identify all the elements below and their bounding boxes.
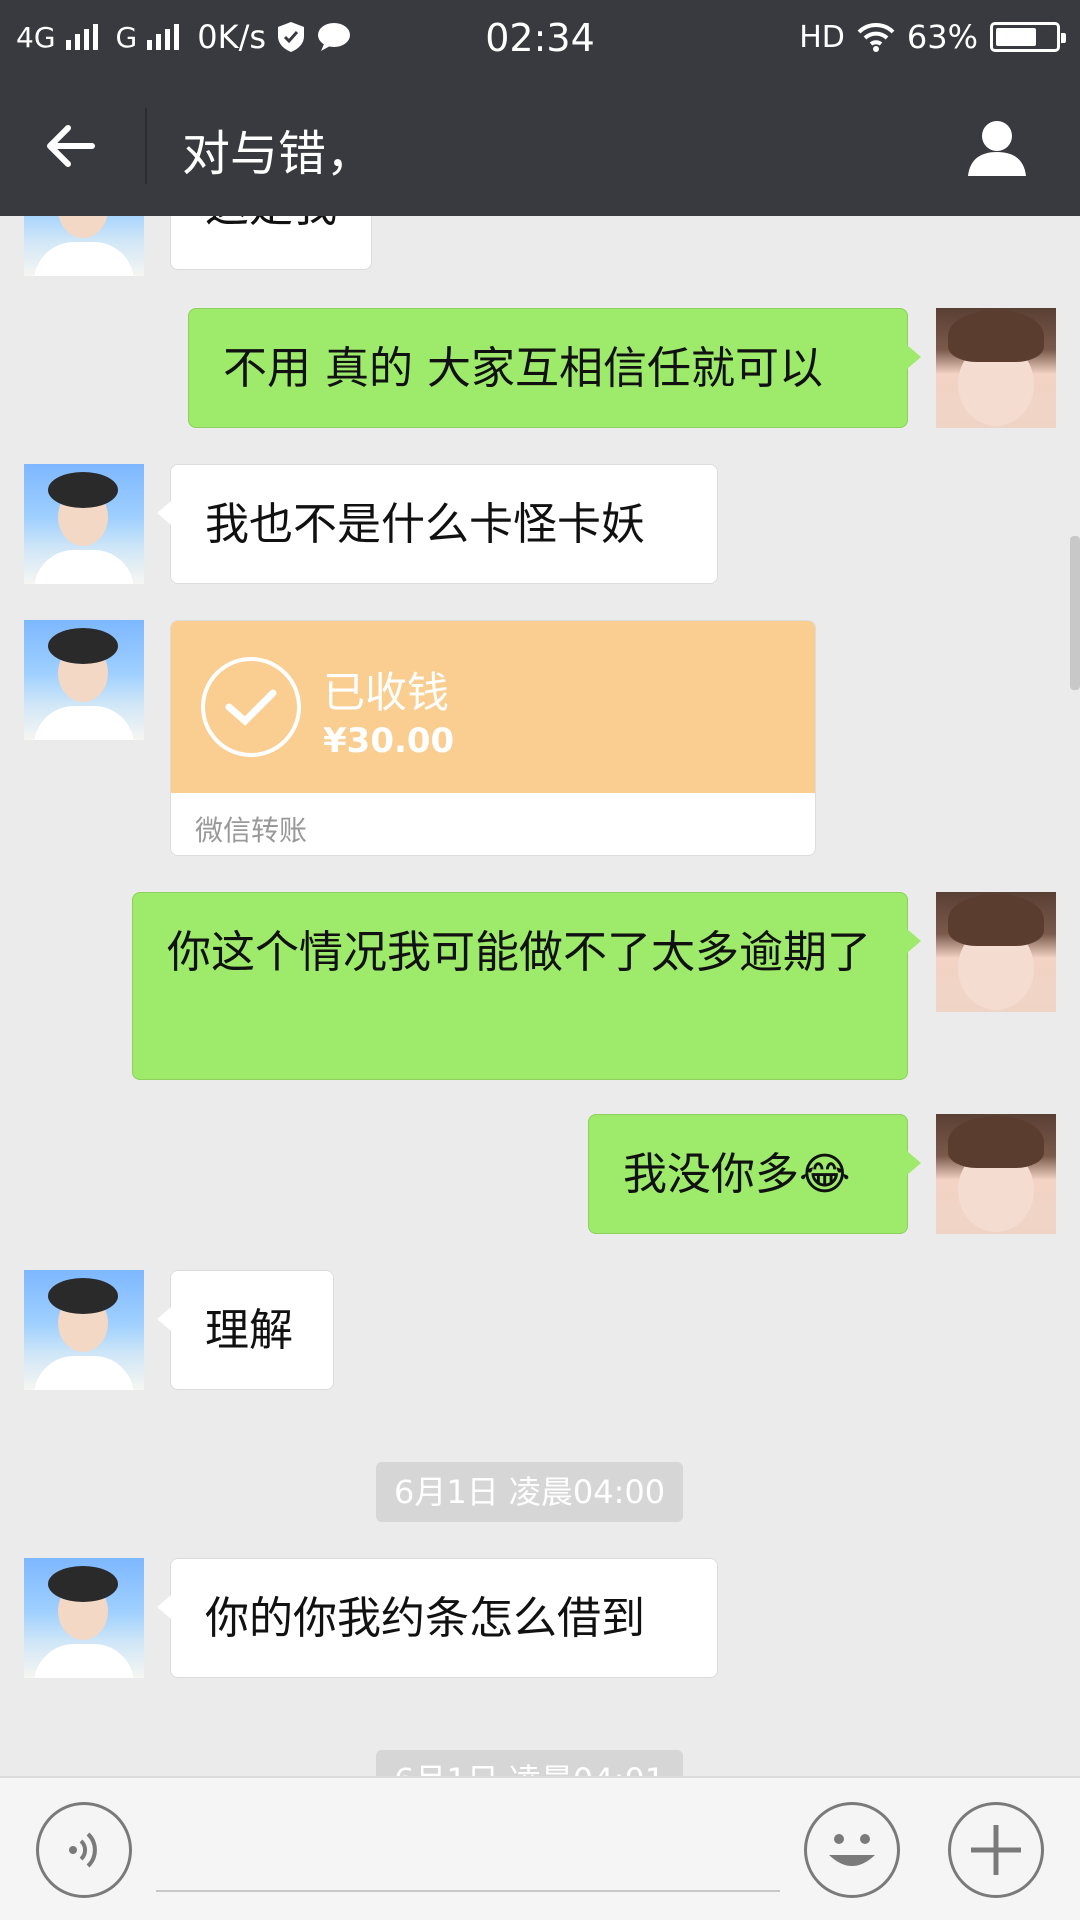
scrollbar-thumb[interactable]	[1070, 536, 1080, 690]
chat-title: 对与错，	[182, 126, 375, 182]
avatar-self[interactable]	[936, 1114, 1056, 1234]
laughing-emoji-icon: 😂	[799, 1149, 851, 1200]
transfer-card[interactable]: 已收钱 ¥30.00 微信转账	[170, 620, 816, 856]
avatar-self[interactable]	[936, 892, 1056, 1012]
wifi-icon	[857, 22, 895, 52]
title-bar: 对与错，	[0, 76, 1080, 216]
avatar-contact[interactable]	[24, 216, 144, 276]
message-bubble-in[interactable]: 我也不是什么卡怪卡妖	[157, 464, 718, 584]
profile-icon[interactable]	[964, 114, 1030, 180]
voice-icon	[69, 1832, 97, 1868]
transfer-amount: ¥30.00	[323, 721, 455, 761]
status-bar: 4G G 0K/s 02:34 HD 63%	[0, 0, 1080, 76]
message-bubble-in[interactable]: 理解	[157, 1270, 334, 1390]
back-arrow-icon[interactable]	[42, 116, 102, 176]
avatar-contact[interactable]	[24, 464, 144, 584]
emoji-icon	[829, 1834, 875, 1866]
message-bubble-out[interactable]: 不用 真的 大家互相信任就可以	[188, 308, 921, 428]
message-bubble-in[interactable]: 这是我	[170, 216, 372, 270]
hd-label: HD	[799, 19, 845, 55]
transfer-header: 已收钱 ¥30.00	[171, 621, 815, 793]
emoji-button[interactable]	[804, 1802, 900, 1898]
title-divider	[145, 108, 147, 184]
message-text: 我没你多	[623, 1149, 799, 1200]
plus-button[interactable]	[948, 1802, 1044, 1898]
checkmark-icon	[201, 657, 301, 757]
avatar-contact[interactable]	[24, 620, 144, 740]
battery-icon	[990, 22, 1066, 52]
avatar-self[interactable]	[936, 308, 1056, 428]
avatar-contact[interactable]	[24, 1558, 144, 1678]
avatar-contact[interactable]	[24, 1270, 144, 1390]
input-bar	[0, 1776, 1080, 1920]
message-input[interactable]	[156, 1808, 780, 1892]
battery-percent: 63%	[906, 18, 978, 56]
message-bubble-out[interactable]: 我没你多😂	[588, 1114, 921, 1234]
message-bubble-in[interactable]: 你的你我约条怎么借到	[157, 1558, 718, 1678]
status-right: HD 63%	[799, 18, 1066, 56]
transfer-title: 已收钱	[323, 668, 450, 717]
voice-button[interactable]	[36, 1802, 132, 1898]
plus-icon	[971, 1825, 1021, 1875]
chat-area[interactable]: 这是我 不用 真的 大家互相信任就可以 我也不是什么卡怪卡妖 已收钱 ¥30.0…	[0, 216, 1080, 1776]
timestamp-label: 6月1日 凌晨04:01	[376, 1750, 684, 1776]
timestamp-label: 6月1日 凌晨04:00	[376, 1462, 684, 1522]
transfer-footer: 微信转账	[195, 814, 308, 847]
message-bubble-out[interactable]: 你这个情况我可能做不了太多逾期了	[132, 892, 921, 1080]
